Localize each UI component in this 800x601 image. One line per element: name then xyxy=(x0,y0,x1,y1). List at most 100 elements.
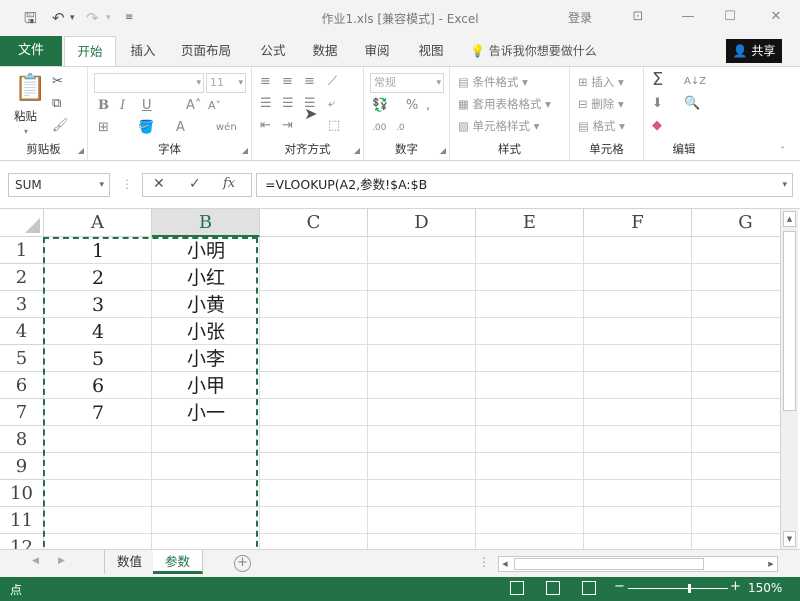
dialog-launcher-icon[interactable]: ◢ xyxy=(78,146,84,155)
decrease-decimal-icon[interactable]: .0 xyxy=(396,119,405,137)
column-header-a[interactable]: A xyxy=(44,209,152,237)
percent-icon[interactable]: % xyxy=(406,97,418,115)
fill-color-icon[interactable]: 🪣 xyxy=(138,119,154,137)
zoom-out-icon[interactable]: − xyxy=(614,579,625,594)
italic-button[interactable]: I xyxy=(120,97,125,115)
paste-dropdown-icon[interactable]: ▾ xyxy=(24,123,28,141)
column-header-b[interactable]: B xyxy=(152,209,260,237)
column-header-f[interactable]: F xyxy=(584,209,692,237)
find-select-icon[interactable]: 🔍 xyxy=(684,95,700,113)
insert-cells-button[interactable]: ⊞ 插入 ▾ xyxy=(578,73,624,91)
decrease-font-icon[interactable]: A˅ xyxy=(208,97,221,115)
cell-styles-button[interactable]: ▧ 单元格样式 ▾ xyxy=(458,117,539,135)
dialog-launcher-icon[interactable]: ◢ xyxy=(354,146,360,155)
cut-icon[interactable]: ✂ xyxy=(52,73,63,91)
normal-view-icon[interactable] xyxy=(510,581,524,595)
fill-icon[interactable]: ⬇ xyxy=(652,95,663,113)
column-header-g[interactable]: G xyxy=(692,209,780,237)
bold-button[interactable]: B xyxy=(98,97,109,115)
insert-function-icon[interactable]: fx xyxy=(223,176,235,191)
enter-icon[interactable]: ✓ xyxy=(189,176,201,192)
zoom-slider[interactable] xyxy=(628,584,728,593)
row-header-11[interactable]: 11 xyxy=(0,507,44,534)
merge-center-icon[interactable]: ⬚ xyxy=(328,117,340,135)
tab-file[interactable]: 文件 xyxy=(0,36,62,66)
format-as-table-button[interactable]: ▦ 套用表格格式 ▾ xyxy=(458,95,551,113)
align-middle-icon[interactable]: ≡ xyxy=(282,73,293,91)
decrease-indent-icon[interactable]: ⇤ xyxy=(260,117,271,135)
worksheet-grid[interactable]: ABCDEFG 1 2 3 4 5 6 7 8 9 10 11 12 1 小明 2 小红 3 小黄 4 小张 5 小李 6… xyxy=(0,209,780,549)
dialog-launcher-icon[interactable]: ◢ xyxy=(242,146,248,155)
comma-style-icon[interactable]: , xyxy=(426,97,430,115)
row-header-4[interactable]: 4 xyxy=(0,318,44,345)
dialog-launcher-icon[interactable]: ◢ xyxy=(440,146,446,155)
tab-home[interactable]: 开始 xyxy=(64,36,116,67)
close-icon[interactable]: ✕ xyxy=(764,6,788,28)
sort-filter-icon[interactable]: A↓Z xyxy=(684,73,706,91)
add-sheet-icon[interactable]: + xyxy=(234,555,251,572)
prev-sheet-icon[interactable]: ◀ xyxy=(32,556,39,566)
sheet-tab-values[interactable]: 数值 xyxy=(104,550,156,574)
format-painter-icon[interactable]: 🖌 xyxy=(52,117,69,135)
horizontal-scrollbar[interactable]: ◀ ▶ xyxy=(498,556,778,572)
sheet-tab-params[interactable]: 参数 xyxy=(153,550,204,574)
row-header-2[interactable]: 2 xyxy=(0,264,44,291)
conditional-formatting-button[interactable]: ▤ 条件格式 ▾ xyxy=(458,73,528,91)
tab-insert[interactable]: 插入 xyxy=(120,36,166,66)
row-header-1[interactable]: 1 xyxy=(0,237,44,264)
column-header-e[interactable]: E xyxy=(476,209,584,237)
tab-data[interactable]: 数据 xyxy=(302,36,348,66)
autosum-icon[interactable]: Σ xyxy=(652,71,663,89)
wrap-text-icon[interactable]: ⤶ xyxy=(328,95,335,113)
login-link[interactable]: 登录 xyxy=(568,9,592,26)
number-format-combo[interactable]: 常规 ▾ xyxy=(370,73,444,93)
font-name-combo[interactable]: ▾ xyxy=(94,73,204,93)
row-header-6[interactable]: 6 xyxy=(0,372,44,399)
column-header-c[interactable]: C xyxy=(260,209,368,237)
align-bottom-icon[interactable]: ≡ xyxy=(304,73,315,91)
tell-me-search[interactable]: 💡 告诉我你想要做什么 xyxy=(470,36,597,66)
vertical-scrollbar[interactable]: ▲ ▼ xyxy=(780,209,798,549)
row-header-8[interactable]: 8 xyxy=(0,426,44,453)
share-button[interactable]: 👤 共享 xyxy=(726,39,782,63)
scroll-up-icon[interactable]: ▲ xyxy=(783,211,796,227)
page-layout-view-icon[interactable] xyxy=(546,581,560,595)
increase-font-icon[interactable]: A˄ xyxy=(186,97,201,115)
tab-view[interactable]: 视图 xyxy=(408,36,454,66)
column-header-d[interactable]: D xyxy=(368,209,476,237)
formula-input[interactable]: =VLOOKUP(A2,参数!$A:$B ▾ xyxy=(256,173,793,197)
zoom-in-icon[interactable]: + xyxy=(730,579,741,594)
delete-cells-button[interactable]: ⊟ 删除 ▾ xyxy=(578,95,624,113)
row-header-10[interactable]: 10 xyxy=(0,480,44,507)
clear-icon[interactable]: ◆ xyxy=(652,117,662,135)
scroll-left-icon[interactable]: ◀ xyxy=(499,557,511,571)
underline-button[interactable]: U xyxy=(142,97,152,115)
increase-indent-icon[interactable]: ⇥ xyxy=(282,117,293,135)
minimize-icon[interactable]: — xyxy=(676,6,700,28)
row-header-7[interactable]: 7 xyxy=(0,399,44,426)
font-color-icon[interactable]: A xyxy=(176,119,185,137)
align-left-icon[interactable]: ☰ xyxy=(260,95,272,113)
expand-formula-bar-icon[interactable]: ▾ xyxy=(782,174,787,196)
name-box[interactable]: SUM ▾ xyxy=(8,173,110,197)
next-sheet-icon[interactable]: ▶ xyxy=(58,556,65,566)
horizontal-scroll-thumb[interactable] xyxy=(514,558,704,570)
cancel-icon[interactable]: ✕ xyxy=(153,176,165,192)
tab-formulas[interactable]: 公式 xyxy=(250,36,296,66)
zoom-slider-thumb[interactable] xyxy=(688,584,691,593)
orientation-icon[interactable]: ⟋ xyxy=(328,73,337,91)
page-break-preview-icon[interactable] xyxy=(582,581,596,595)
tab-review[interactable]: 审阅 xyxy=(354,36,400,66)
vertical-scroll-thumb[interactable] xyxy=(783,231,796,411)
borders-icon[interactable]: ⊞ xyxy=(98,119,109,137)
ribbon-display-options-icon[interactable]: ⊡ xyxy=(626,6,650,28)
row-header-9[interactable]: 9 xyxy=(0,453,44,480)
increase-decimal-icon[interactable]: .00 xyxy=(372,119,386,137)
align-center-icon[interactable]: ☰ xyxy=(282,95,294,113)
tab-page-layout[interactable]: 页面布局 xyxy=(172,36,240,66)
row-header-12[interactable]: 12 xyxy=(0,534,44,549)
paste-icon[interactable]: 📋 xyxy=(14,73,46,103)
zoom-level[interactable]: 150% xyxy=(748,581,782,595)
format-cells-button[interactable]: ▤ 格式 ▾ xyxy=(578,117,625,135)
maximize-icon[interactable]: ☐ xyxy=(718,6,742,28)
